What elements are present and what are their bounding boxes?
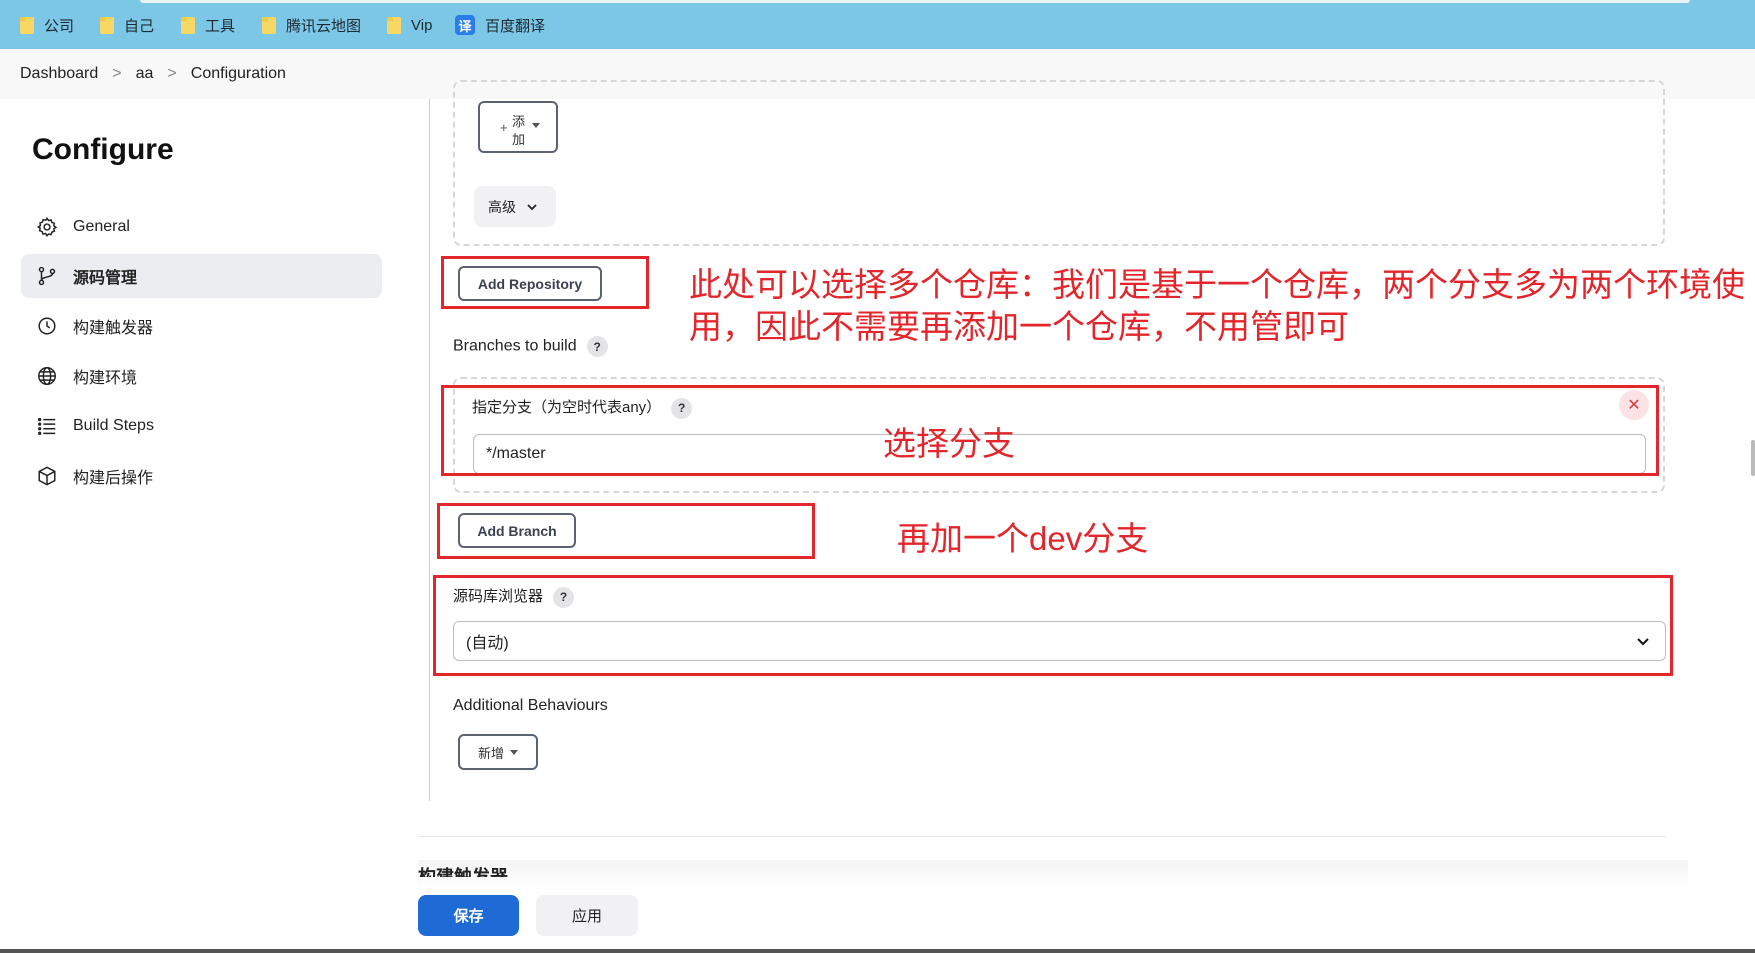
cube-icon bbox=[35, 464, 59, 488]
caret-down-icon bbox=[510, 749, 518, 755]
sidebar-item-label: 构建环境 bbox=[73, 370, 138, 387]
sidebar-item-label: 构建触发器 bbox=[73, 320, 154, 337]
folder-icon bbox=[100, 16, 114, 34]
bookmark-label: 腾讯云地图 bbox=[286, 17, 362, 35]
add-behaviour-label: 新增 bbox=[477, 745, 504, 761]
advanced-label: 高级 bbox=[488, 198, 516, 215]
window-bottom-edge bbox=[0, 949, 1755, 953]
sidebar-item-build-triggers[interactable]: 构建触发器 bbox=[21, 304, 382, 348]
save-button[interactable]: 保存 bbox=[418, 895, 519, 936]
apply-button[interactable]: 应用 bbox=[536, 895, 638, 936]
browser-tab-strip bbox=[140, 0, 1690, 3]
sidebar-item-scm[interactable]: 源码管理 bbox=[21, 254, 382, 298]
annotation-box-add-repository bbox=[441, 256, 649, 309]
page-title: Configure bbox=[32, 133, 174, 166]
sidebar-item-label: Build Steps bbox=[73, 417, 154, 434]
sidebar-item-post-build[interactable]: 构建后操作 bbox=[21, 454, 382, 498]
annotation-box-repo-browser bbox=[433, 575, 1673, 676]
bookmark-label: 百度翻译 bbox=[485, 17, 546, 35]
sidebar-divider bbox=[429, 99, 430, 801]
gear-icon bbox=[35, 215, 59, 239]
caret-down-icon bbox=[532, 123, 540, 128]
repository-config-box bbox=[453, 80, 1665, 246]
bookmark-company[interactable]: 公司 bbox=[20, 14, 74, 36]
annotation-note-repo-line2: 用，因此不需要再添加一个仓库，不用管即可 bbox=[689, 308, 1349, 345]
scrollbar-thumb[interactable] bbox=[1751, 440, 1755, 476]
chevron-down-icon bbox=[526, 201, 538, 213]
add-button-label-top: 添 bbox=[512, 114, 526, 129]
annotation-box-branch-spec bbox=[441, 385, 1659, 476]
sidebar-item-general[interactable]: General bbox=[21, 205, 382, 249]
folder-icon bbox=[262, 16, 276, 34]
bookmark-label: 自己 bbox=[124, 17, 155, 35]
sidebar-item-label: 构建后操作 bbox=[73, 470, 154, 487]
folder-icon bbox=[387, 16, 401, 34]
globe-icon bbox=[35, 364, 59, 388]
bookmark-tencent-map[interactable]: 腾讯云地图 bbox=[262, 14, 361, 36]
branches-to-build-label: Branches to build? bbox=[453, 336, 608, 357]
bookmark-baidu-translate[interactable]: 译 百度翻译 bbox=[455, 14, 545, 36]
section-divider bbox=[418, 836, 1666, 837]
plus-icon: + bbox=[500, 120, 508, 135]
additional-behaviours-label: Additional Behaviours bbox=[453, 697, 608, 714]
add-credentials-button[interactable]: + 添 加 bbox=[478, 101, 558, 153]
sidebar-item-build-environment[interactable]: 构建环境 bbox=[21, 354, 382, 398]
sidebar-item-label: 源码管理 bbox=[73, 270, 138, 287]
list-icon bbox=[35, 414, 59, 438]
annotation-note-add-branch: 再加一个dev分支 bbox=[897, 520, 1149, 557]
chevron-right-icon: > bbox=[112, 65, 122, 82]
jenkins-configure-page: 公司 自己 工具 腾讯云地图 Vip 译 百度翻译 Dashboard > aa… bbox=[0, 0, 1755, 953]
bookmark-self[interactable]: 自己 bbox=[100, 14, 154, 36]
folder-icon bbox=[20, 16, 34, 34]
folder-icon bbox=[181, 16, 195, 34]
bookmark-vip[interactable]: Vip bbox=[387, 14, 432, 36]
git-branch-icon bbox=[35, 264, 59, 288]
bookmark-label: 公司 bbox=[44, 17, 75, 35]
breadcrumb-dashboard[interactable]: Dashboard bbox=[20, 65, 98, 83]
bookmark-label: 工具 bbox=[205, 17, 236, 35]
add-behaviour-button[interactable]: 新增 bbox=[458, 734, 538, 770]
sidebar-item-build-steps[interactable]: Build Steps bbox=[21, 404, 382, 448]
next-section-heading: 构建触发器 bbox=[418, 867, 508, 877]
annotation-note-branch: 选择分支 bbox=[883, 425, 1015, 462]
clock-icon bbox=[35, 314, 59, 338]
add-button-label-bottom: 加 bbox=[512, 132, 526, 147]
annotation-box-add-branch bbox=[437, 503, 815, 559]
branches-label-text: Branches to build bbox=[453, 337, 577, 355]
sidebar-item-label: General bbox=[73, 218, 130, 235]
breadcrumb-job[interactable]: aa bbox=[136, 65, 154, 83]
chevron-right-icon: > bbox=[167, 65, 177, 82]
bookmark-tools[interactable]: 工具 bbox=[181, 14, 235, 36]
breadcrumb-configuration[interactable]: Configuration bbox=[191, 65, 286, 83]
help-icon[interactable]: ? bbox=[586, 336, 608, 357]
bookmark-label: Vip bbox=[411, 16, 433, 34]
bookmark-bar: 公司 自己 工具 腾讯云地图 Vip 译 百度翻译 bbox=[0, 0, 1755, 49]
advanced-button[interactable]: 高级 bbox=[474, 186, 556, 227]
annotation-note-repo-line1: 此处可以选择多个仓库：我们是基于一个仓库，两个分支多为两个环境使 bbox=[689, 266, 1745, 303]
translate-icon: 译 bbox=[455, 15, 475, 35]
